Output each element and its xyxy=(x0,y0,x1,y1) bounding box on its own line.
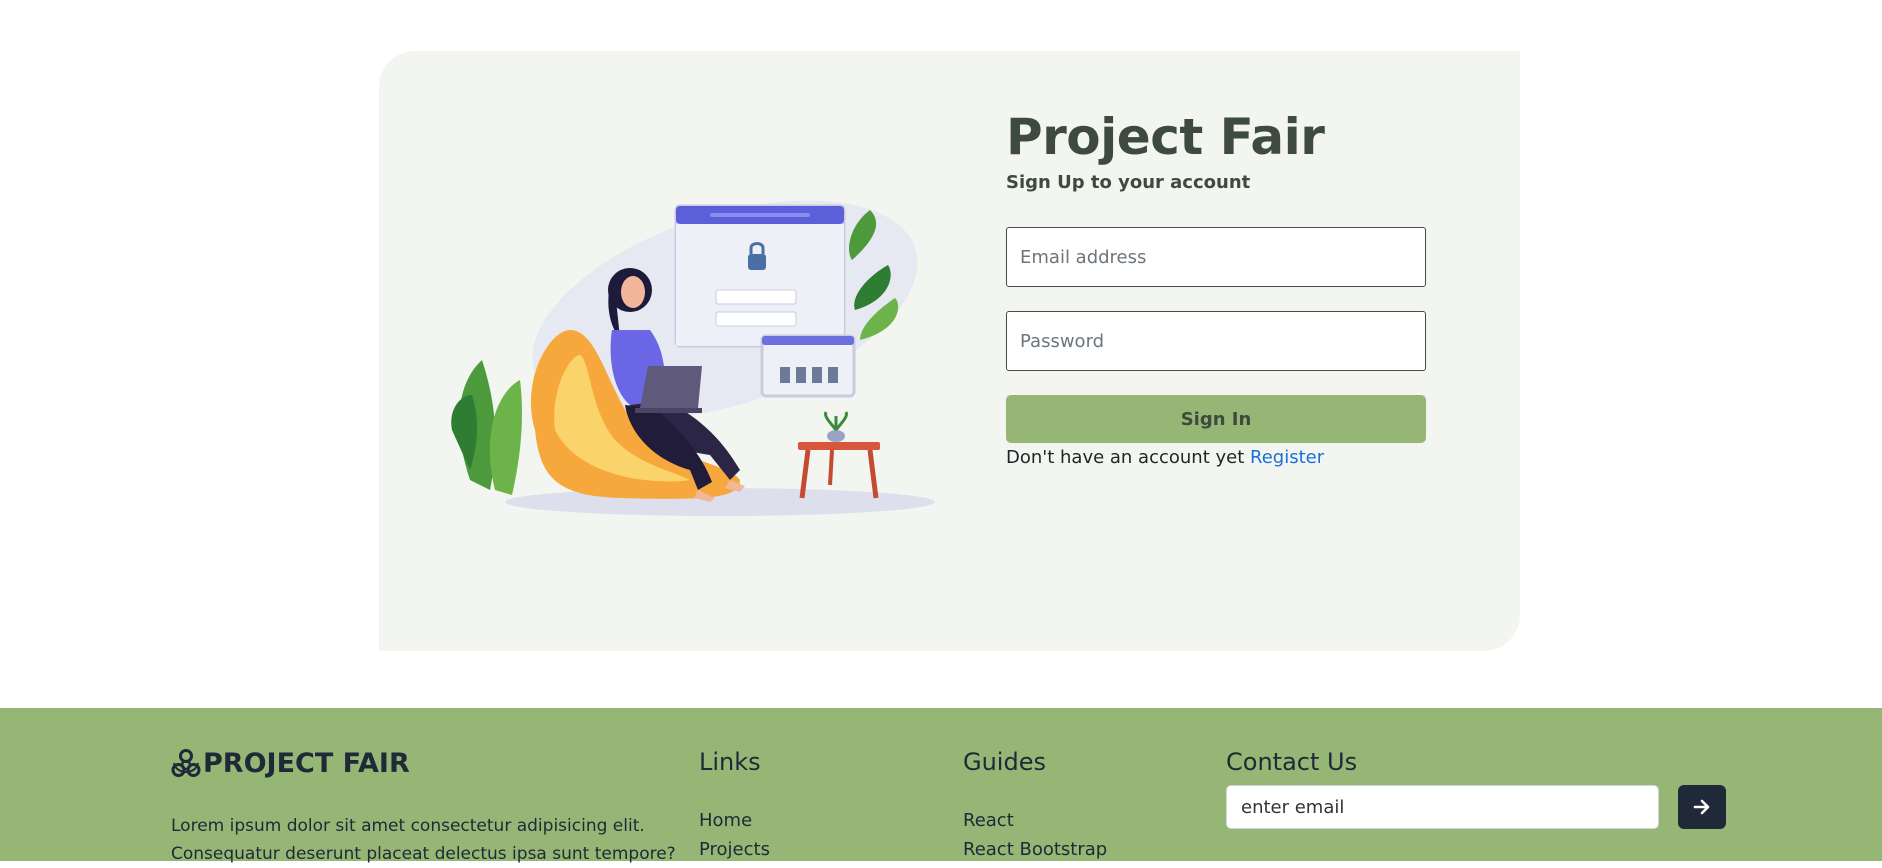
footer-brand-name: PROJECT FAIR xyxy=(203,748,410,779)
footer-brand[interactable]: PROJECT FAIR xyxy=(171,748,410,779)
links-heading: Links xyxy=(699,748,761,776)
contact-heading: Contact Us xyxy=(1226,748,1358,776)
footer-link-projects[interactable]: Projects xyxy=(699,835,770,864)
footer-link-home[interactable]: Home xyxy=(699,806,770,835)
password-field[interactable] xyxy=(1006,311,1426,371)
login-illustration xyxy=(451,200,935,516)
links-list: Home Projects xyxy=(699,806,770,864)
contact-email-input[interactable] xyxy=(1226,785,1659,829)
biohazard-icon xyxy=(171,748,201,777)
contact-send-button[interactable] xyxy=(1678,785,1726,829)
page-title: Project Fair xyxy=(1006,108,1325,166)
footer-guide-react-bootstrap[interactable]: React Bootstrap xyxy=(963,835,1107,864)
footer: PROJECT FAIR Lorem ipsum dolor sit amet … xyxy=(0,708,1882,864)
guides-list: React React Bootstrap xyxy=(963,806,1107,864)
register-link[interactable]: Register xyxy=(1250,447,1324,468)
sign-in-button[interactable]: Sign In xyxy=(1006,395,1426,443)
page-subtitle: Sign Up to your account xyxy=(1006,172,1251,193)
arrow-right-icon xyxy=(1693,799,1710,815)
footer-description: Lorem ipsum dolor sit amet consectetur a… xyxy=(171,816,676,864)
register-prompt: Don't have an account yet xyxy=(1006,447,1245,468)
footer-guide-react[interactable]: React xyxy=(963,806,1107,835)
email-field[interactable] xyxy=(1006,227,1426,287)
register-prompt-line: Don't have an account yet Register xyxy=(1006,447,1324,468)
login-form: Project Fair Sign Up to your account Sig… xyxy=(1006,108,1426,468)
guides-heading: Guides xyxy=(963,748,1046,776)
